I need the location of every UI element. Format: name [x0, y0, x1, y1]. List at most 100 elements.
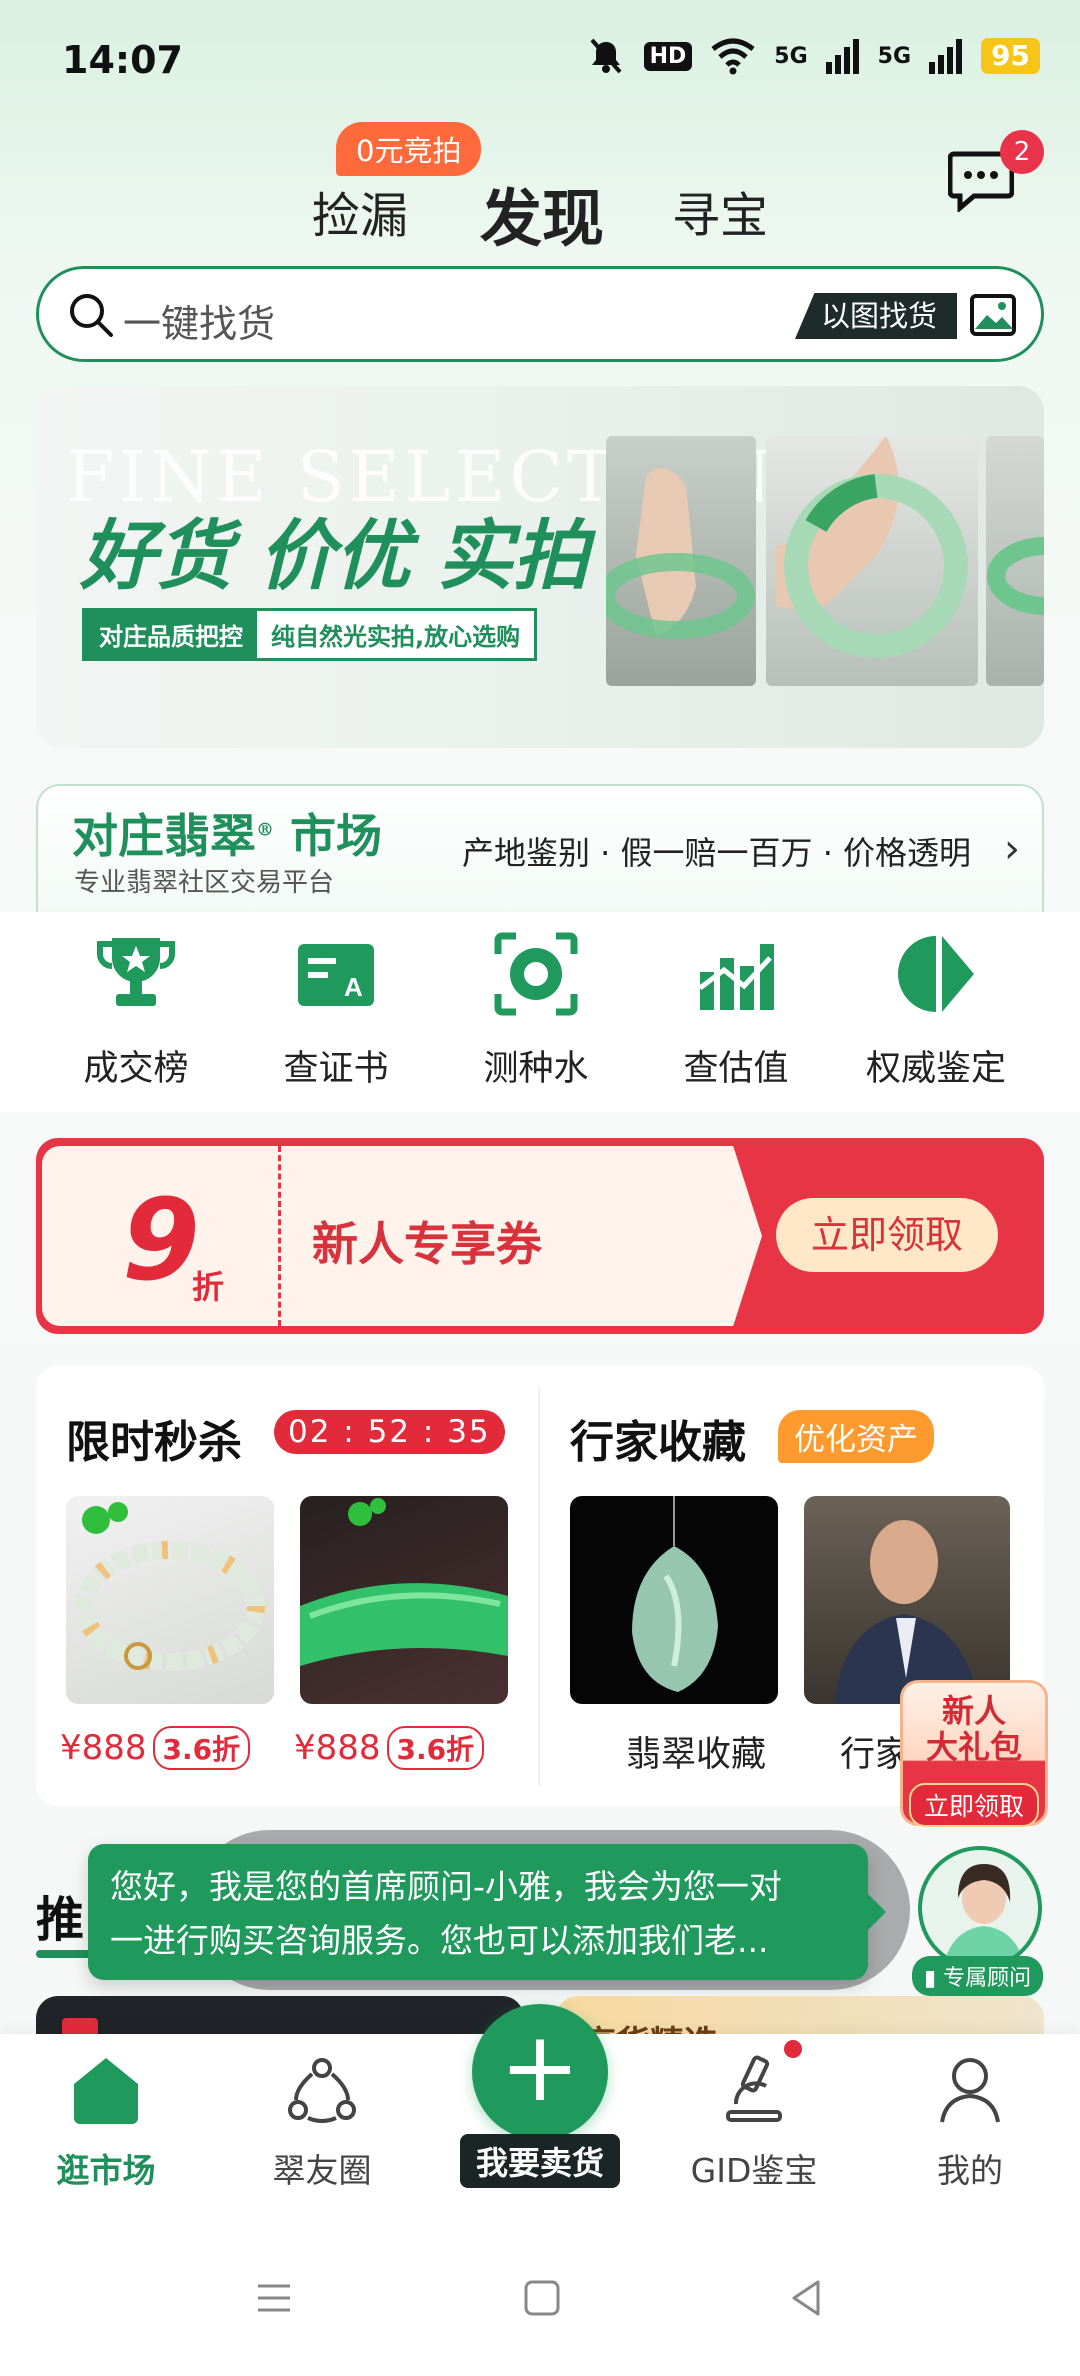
plus-icon: + — [499, 2011, 581, 2123]
price-value: ¥888 — [60, 1728, 147, 1768]
market-subtitle: 专业翡翠社区交易平台 — [74, 868, 335, 898]
feature-ranking[interactable]: 成交榜 — [36, 932, 236, 1091]
gift-claim-button[interactable]: 立即领取 — [909, 1783, 1039, 1827]
advisor-chat-bubble[interactable]: 您好，我是您的首席顾问-小雅，我会为您一对 一进行购买咨询服务。您也可以添加我们… — [88, 1844, 886, 1980]
banner-tag-quality: 对庄品质把控 — [85, 611, 257, 658]
newcomer-coupon[interactable]: 9 折 新人专享券 立即领取 — [36, 1138, 1044, 1334]
search-input[interactable]: 一键找货 — [123, 293, 275, 348]
signal-icon — [825, 39, 859, 74]
status-time: 14:07 — [62, 38, 183, 82]
flash-item-2-image[interactable] — [300, 1496, 508, 1704]
advisor-tag: ▮ 专属顾问 — [912, 1956, 1044, 1996]
wifi-icon — [711, 38, 755, 75]
collection-tag: 优化资产 — [778, 1410, 934, 1463]
market-features-text: 产地鉴别 · 假一赔一百万 · 价格透明 — [462, 834, 972, 872]
image-upload-icon[interactable] — [969, 291, 1017, 339]
nav-label: GID鉴宝 — [690, 2151, 818, 2190]
gift-title: 新人 大礼包 — [903, 1693, 1045, 1765]
nav-label: 逛市场 — [56, 2151, 156, 2190]
feature-certificate[interactable]: A 查证书 — [236, 932, 436, 1091]
banner-tag-natural: 纯自然光实拍,放心选购 — [257, 611, 535, 658]
market-title-main: 对庄翡翠 — [72, 809, 256, 863]
banner-tags: 对庄品质把控 纯自然光实拍,放心选购 — [82, 608, 538, 661]
coupon-body: 9 折 新人专享券 — [42, 1146, 762, 1326]
bubble-tail — [866, 1892, 886, 1932]
certificate-icon: A — [298, 944, 374, 1006]
flash-sale-title[interactable]: 限时秒杀 — [66, 1406, 242, 1470]
tab-discover-label: 发现 — [480, 182, 605, 255]
market-title: 对庄翡翠® 市场 — [72, 800, 382, 866]
search-icon — [70, 294, 113, 337]
sell-plus-button[interactable]: + — [472, 2004, 608, 2140]
search-bar[interactable]: 一键找货 以图找货 — [36, 266, 1044, 362]
nav-label: 翠友圈 — [272, 2151, 372, 2190]
nav-gid[interactable]: GID鉴宝 — [664, 2054, 844, 2192]
image-search-button[interactable]: 以图找货 — [795, 293, 958, 339]
cards-divider — [538, 1386, 540, 1786]
network-label-1: 5G — [774, 43, 808, 69]
back-icon[interactable] — [786, 2278, 826, 2318]
flash-item-1-price: ¥888 3.6折 — [60, 1726, 251, 1770]
tab-treasure[interactable]: 寻宝 — [672, 176, 768, 246]
market-title-mark: ® — [256, 819, 274, 841]
collection-item-1-image[interactable] — [570, 1496, 778, 1704]
book-icon: ▮ — [924, 1966, 937, 1991]
feature-label: 测种水 — [483, 1049, 589, 1089]
advisor-tag-label: 专属顾问 — [943, 1966, 1032, 1991]
menu-icon[interactable] — [254, 2278, 294, 2318]
coupon-title: 新人专享券 — [312, 1217, 542, 1271]
scan-icon — [494, 932, 578, 1016]
market-strip[interactable]: 对庄翡翠® 市场 专业翡翠社区交易平台 产地鉴别 · 假一赔一百万 · 价格透明… — [36, 784, 1044, 912]
chat-line-1: 您好，我是您的首席顾问-小雅，我会为您一对 — [110, 1867, 782, 1906]
top-tabs: 捡漏 发现 寻宝 — [0, 150, 1080, 260]
market-title-suffix: 市场 — [290, 809, 383, 863]
auction-badge[interactable]: 0元竞拍 — [336, 122, 482, 176]
feature-label: 查估值 — [683, 1049, 789, 1089]
gift-line-2: 大礼包 — [925, 1728, 1022, 1766]
nav-mine[interactable]: 我的 — [880, 2054, 1060, 2192]
mute-icon — [590, 38, 622, 74]
status-bar: 14:07 HD 5G 5G 95 — [0, 0, 1080, 110]
sell-label[interactable]: 我要卖货 — [460, 2134, 621, 2188]
claim-coupon-button[interactable]: 立即领取 — [776, 1198, 998, 1272]
message-count-badge: 2 — [1000, 130, 1044, 174]
discount-badge: 3.6折 — [386, 1726, 485, 1770]
nav-circle[interactable]: 翠友圈 — [232, 2054, 412, 2192]
price-value: ¥888 — [294, 1728, 381, 1768]
feature-valuation[interactable]: 查估值 — [636, 932, 836, 1091]
tab-recommend[interactable]: 推 — [36, 1880, 84, 1950]
tab-bargain[interactable]: 捡漏 — [312, 176, 408, 246]
flash-item-1-image[interactable] — [66, 1496, 274, 1704]
network-label-2: 5G — [877, 43, 912, 69]
chart-icon — [698, 944, 774, 1010]
nav-market[interactable]: 逛市场 — [16, 2054, 196, 2192]
feature-appraisal[interactable]: 权威鉴定 — [836, 932, 1036, 1091]
gift-line-1: 新人 — [941, 1692, 1006, 1730]
newcomer-gift-float[interactable]: 新人 大礼包 立即领取 — [900, 1680, 1048, 1827]
feature-water-test[interactable]: 测种水 — [436, 932, 636, 1091]
tab-discover[interactable]: 发现 — [480, 168, 621, 258]
user-icon — [940, 2058, 1000, 2123]
nav-label: 我的 — [937, 2151, 1003, 2190]
advisor-avatar[interactable] — [918, 1846, 1042, 1970]
svg-text:A: A — [344, 972, 363, 1002]
flash-sale-timer: 02 : 52 : 35 — [274, 1410, 505, 1454]
coupon-discount: 9 — [122, 1176, 200, 1306]
feature-label: 查证书 — [283, 1049, 389, 1089]
hd-icon: HD — [643, 41, 693, 71]
community-icon — [288, 2058, 356, 2123]
banner-photo-edge — [986, 436, 1044, 686]
home-square-icon[interactable] — [522, 2278, 562, 2318]
banner-photo-bangle — [766, 436, 978, 686]
collection-item-2-image[interactable] — [804, 1496, 1010, 1704]
banner-headline: 好货 价优 实拍 — [80, 511, 589, 600]
collection-item-1-label: 翡翠收藏 — [626, 1735, 767, 1775]
collection-title[interactable]: 行家收藏 — [570, 1406, 746, 1470]
chevron-right-icon: › — [1004, 826, 1020, 872]
coupon-divider — [278, 1146, 281, 1326]
chat-line-2: 一进行购买咨询服务。您也可以添加我们老... — [110, 1921, 769, 1960]
coupon-discount-unit: 折 — [192, 1268, 225, 1306]
promo-banner[interactable]: FINE SELECTION 好货 价优 实拍 对庄品质把控 纯自然光实拍,放心… — [36, 386, 1044, 748]
banner-photo-wrist — [606, 436, 756, 686]
signal-icon-2 — [929, 39, 963, 74]
